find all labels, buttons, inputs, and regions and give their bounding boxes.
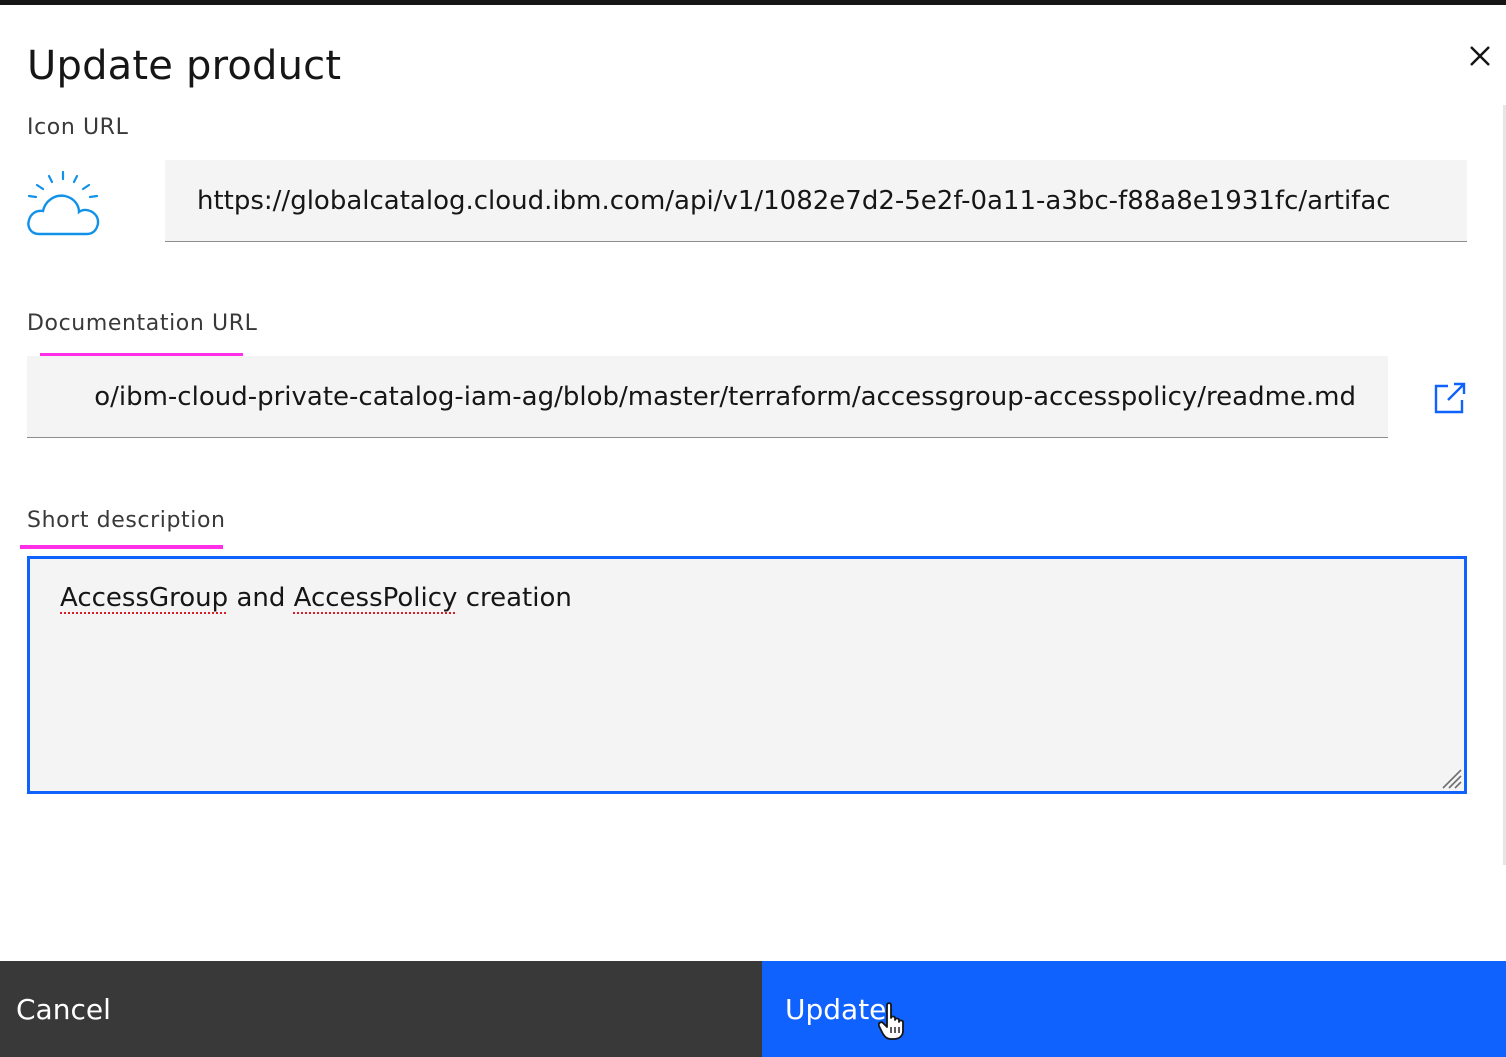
close-icon (1470, 46, 1490, 66)
icon-url-input[interactable]: https://globalcatalog.cloud.ibm.com/api/… (165, 160, 1467, 242)
short-description-textarea[interactable]: AccessGroup and AccessPolicy creation (27, 556, 1467, 794)
update-button[interactable]: Update (762, 961, 1506, 1057)
modal-title: Update product (27, 43, 342, 89)
update-product-modal: Update product Icon URL https://globalca… (0, 5, 1506, 1057)
close-button[interactable] (1462, 38, 1498, 74)
launch-icon (1434, 382, 1466, 414)
icon-url-value: https://globalcatalog.cloud.ibm.com/api/… (197, 185, 1391, 216)
cancel-button-label: Cancel (16, 993, 111, 1026)
description-text: and (236, 583, 286, 613)
ibm-cloud-icon (27, 170, 100, 236)
misspelled-word: AccessGroup (60, 583, 229, 613)
resize-handle-icon[interactable] (1440, 767, 1462, 789)
icon-url-label: Icon URL (27, 115, 129, 140)
documentation-url-value: o/ibm-cloud-private-catalog-iam-ag/blob/… (94, 381, 1356, 412)
cancel-button[interactable]: Cancel (0, 961, 762, 1057)
short-description-label: Short description (27, 508, 226, 533)
documentation-url-label: Documentation URL (27, 311, 258, 336)
description-text: creation (465, 583, 572, 613)
open-documentation-button[interactable] (1430, 378, 1470, 418)
hand-cursor-icon (878, 1002, 904, 1040)
modal-footer: Cancel Update (0, 961, 1506, 1057)
documentation-url-input[interactable]: o/ibm-cloud-private-catalog-iam-ag/blob/… (27, 356, 1388, 438)
update-button-label: Update (785, 993, 887, 1026)
misspelled-word: AccessPolicy (293, 583, 458, 613)
short-description-highlight (20, 545, 223, 549)
